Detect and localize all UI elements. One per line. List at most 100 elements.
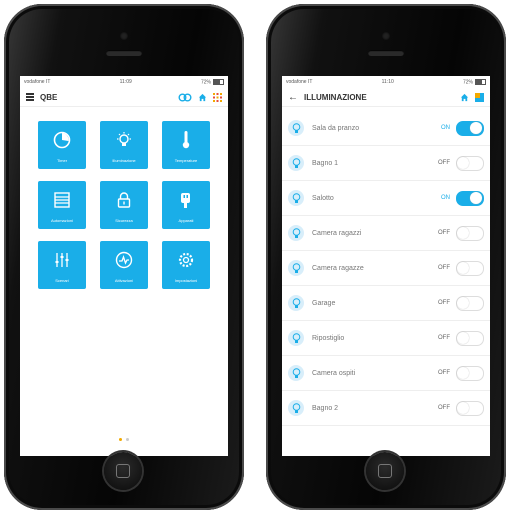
room-label: Camera ragazze	[312, 264, 364, 272]
toggle-switch[interactable]	[456, 120, 484, 136]
toggle-switch[interactable]	[456, 225, 484, 241]
state-label: OFF	[438, 300, 450, 306]
tile-label: Timer	[56, 157, 68, 163]
tile-temperature[interactable]: Temperature	[162, 121, 210, 169]
lightbulb-icon	[288, 295, 304, 311]
clock: 11:09	[119, 79, 132, 85]
activity-icon	[115, 251, 133, 268]
lightbulb-icon	[288, 120, 304, 136]
lightbulb-icon	[288, 260, 304, 276]
tile-apparati[interactable]: Apparati	[162, 181, 210, 229]
room-label: Camera ospiti	[312, 369, 356, 377]
lightbulb-icon	[288, 365, 304, 381]
phone-right: vodafone IT 11:10 72% ← ILLUMINAZIONE Sa…	[266, 4, 506, 510]
page-dot-active[interactable]	[119, 438, 122, 441]
state-label: OFF	[438, 160, 450, 166]
state-label: OFF	[438, 230, 450, 236]
clock-icon	[53, 131, 71, 148]
room-label: Salotto	[312, 194, 334, 202]
lock-icon	[117, 191, 131, 208]
tile-label: Scenari	[55, 277, 69, 283]
toggle-switch[interactable]	[456, 400, 484, 416]
lightbulb-icon	[288, 330, 304, 346]
lightbulb-icon	[117, 131, 131, 146]
clock: 11:10	[381, 79, 394, 85]
tile-label: Temperature	[174, 157, 198, 163]
tile-label: Impostazioni	[174, 277, 198, 283]
list-item[interactable]: Garage OFF	[282, 286, 490, 321]
battery-icon	[474, 78, 486, 85]
battery-status: 72%	[201, 78, 224, 85]
home-screen: vodafone IT 11:09 72% QBE Timer Illumina…	[20, 76, 228, 456]
tile-impostazioni[interactable]: Impostazioni	[162, 241, 210, 289]
tile-grid: Timer Illuminazione Temperature Automazi…	[20, 121, 228, 289]
menu-icon[interactable]	[26, 92, 34, 103]
navbar: QBE	[20, 88, 228, 107]
tile-automazioni[interactable]: Automazioni	[38, 181, 86, 229]
state-label: OFF	[438, 335, 450, 341]
speaker	[368, 50, 404, 56]
plug-icon	[181, 192, 190, 208]
room-label: Garage	[312, 299, 336, 307]
tile-scenari[interactable]: Scenari	[38, 241, 86, 289]
state-label: ON	[441, 195, 450, 201]
page-indicator[interactable]	[20, 428, 228, 446]
lighting-screen: vodafone IT 11:10 72% ← ILLUMINAZIONE Sa…	[282, 76, 490, 456]
carrier: vodafone IT	[24, 79, 51, 85]
status-bar: vodafone IT 11:09 72%	[20, 76, 228, 88]
toggle-switch[interactable]	[456, 330, 484, 346]
list-item[interactable]: Camera ragazzi OFF	[282, 216, 490, 251]
battery-status: 72%	[463, 78, 486, 85]
room-label: Bagno 1	[312, 159, 339, 167]
tile-label: Illuminazione	[112, 157, 136, 163]
lightbulb-icon	[288, 400, 304, 416]
tile-label: Apparati	[178, 217, 194, 223]
toggle-switch[interactable]	[456, 295, 484, 311]
tile-attivazioni[interactable]: Attivazioni	[100, 241, 148, 289]
phone-left: vodafone IT 11:09 72% QBE Timer Illumina…	[4, 4, 244, 510]
thermometer-icon	[182, 130, 190, 148]
toggle-switch[interactable]	[456, 260, 484, 276]
list-item[interactable]: Sala da pranzo ON	[282, 111, 490, 146]
toggle-switch[interactable]	[456, 365, 484, 381]
shutter-icon	[54, 191, 70, 208]
list-item[interactable]: Camera ragazze OFF	[282, 251, 490, 286]
list-item[interactable]: Bagno 2 OFF	[282, 391, 490, 426]
navbar: ← ILLUMINAZIONE	[282, 88, 490, 107]
tile-timer[interactable]: Timer	[38, 121, 86, 169]
room-label: Ripostiglio	[312, 334, 345, 342]
home-button[interactable]	[366, 452, 404, 490]
list-item[interactable]: Salotto ON	[282, 181, 490, 216]
lightbulb-icon	[288, 225, 304, 241]
list-item[interactable]: Ripostiglio OFF	[282, 321, 490, 356]
carrier: vodafone IT	[286, 79, 313, 85]
brand-icon[interactable]	[475, 92, 484, 102]
tile-sicurezza[interactable]: Sicurezza	[100, 181, 148, 229]
tile-label: Automazioni	[50, 217, 73, 223]
home-icon[interactable]	[198, 93, 207, 102]
page-dot[interactable]	[126, 438, 129, 441]
tile-illuminazione[interactable]: Illuminazione	[100, 121, 148, 169]
battery-icon	[212, 78, 224, 85]
toggle-switch[interactable]	[456, 190, 484, 206]
state-label: OFF	[438, 370, 450, 376]
status-bar: vodafone IT 11:10 72%	[282, 76, 490, 88]
back-button[interactable]: ←	[288, 92, 298, 103]
room-label: Camera ragazzi	[312, 229, 362, 237]
tile-label: Sicurezza	[115, 217, 133, 223]
settings-icon	[178, 252, 194, 267]
room-label: Bagno 2	[312, 404, 339, 412]
app-title: QBE	[40, 92, 58, 102]
toggle-switch[interactable]	[456, 155, 484, 171]
lightbulb-icon	[288, 190, 304, 206]
cloud-link-icon[interactable]	[178, 93, 192, 102]
home-icon[interactable]	[460, 93, 469, 102]
home-button[interactable]	[104, 452, 142, 490]
page-title: ILLUMINAZIONE	[304, 92, 367, 102]
list-item[interactable]: Camera ospiti OFF	[282, 356, 490, 391]
grid-icon[interactable]	[213, 92, 222, 102]
list-item[interactable]: Bagno 1 OFF	[282, 146, 490, 181]
light-list: Sala da pranzo ON Bagno 1 OFF Salotto ON…	[282, 111, 490, 426]
speaker	[106, 50, 142, 56]
state-label: ON	[441, 125, 450, 131]
